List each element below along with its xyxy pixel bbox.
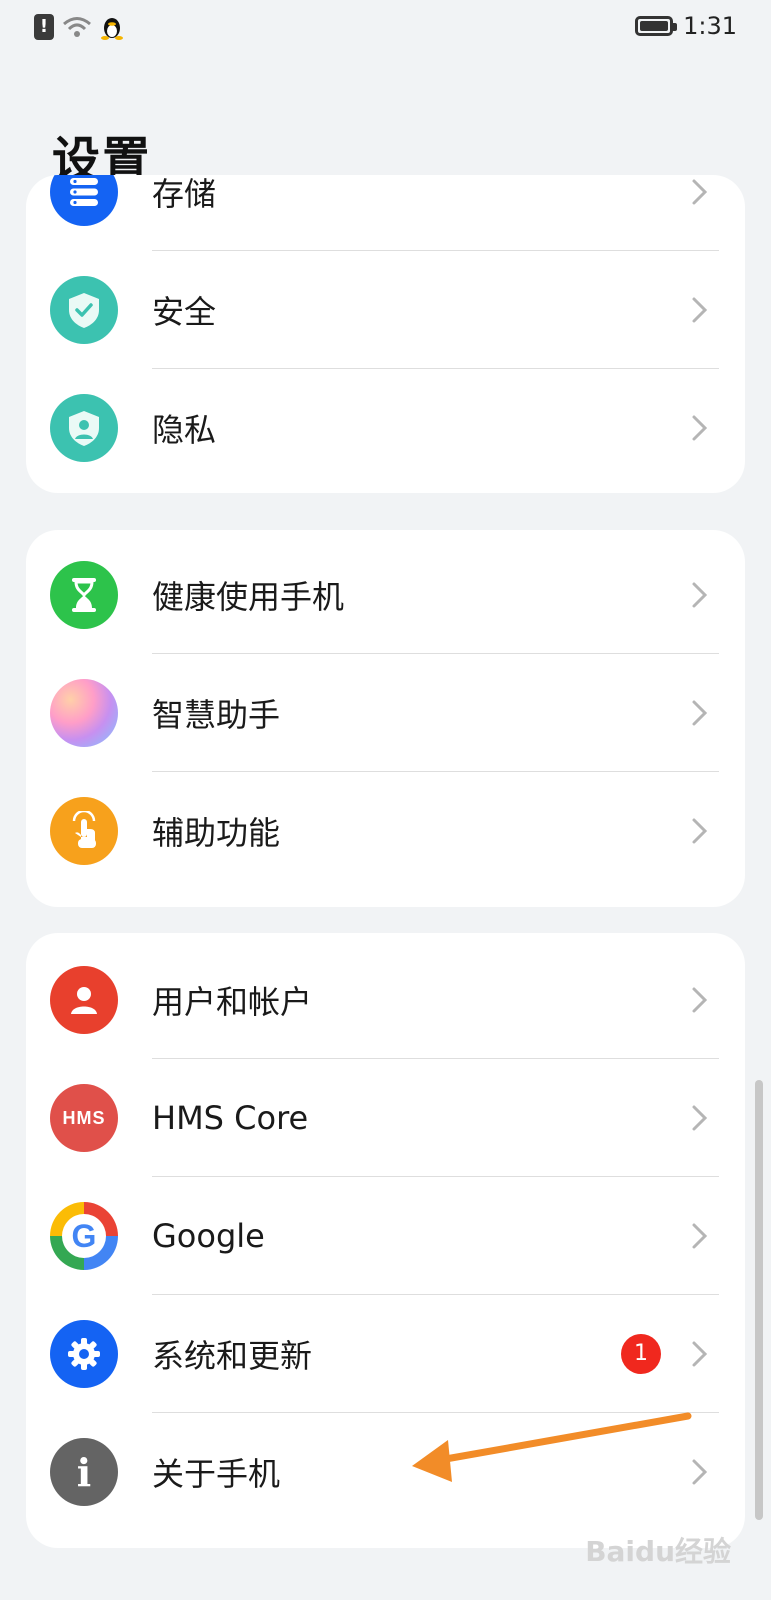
settings-item-storage[interactable]: 存储 (26, 175, 745, 251)
settings-item-system-updates[interactable]: 系统和更新 1 (26, 1295, 745, 1413)
chevron-right-icon (692, 297, 708, 323)
settings-item-smart-assistant[interactable]: 智慧助手 (26, 654, 745, 772)
clock: 1:31 (683, 12, 737, 40)
wifi-icon (63, 17, 91, 37)
chevron-right-icon (692, 700, 708, 726)
user-icon (50, 966, 118, 1034)
settings-item-label: 存储 (152, 175, 217, 213)
settings-item-label: 健康使用手机 (152, 578, 345, 616)
chevron-right-icon (692, 987, 708, 1013)
notification-badge: 1 (621, 1334, 661, 1374)
status-icons-right: 1:31 (635, 12, 737, 40)
chevron-right-icon (692, 582, 708, 608)
settings-item-label: 关于手机 (152, 1455, 281, 1493)
settings-item-label: 安全 (152, 293, 217, 331)
gear-icon (50, 1320, 118, 1388)
info-icon: i (50, 1438, 118, 1506)
hourglass-icon (50, 561, 118, 629)
hand-touch-icon (50, 797, 118, 865)
qq-icon (101, 18, 123, 40)
alert-icon: ! (34, 14, 54, 40)
settings-item-about-phone[interactable]: i 关于手机 (26, 1413, 745, 1531)
settings-item-accessibility[interactable]: 辅助功能 (26, 772, 745, 890)
settings-item-label: 辅助功能 (152, 814, 281, 852)
status-bar: ! 1:31 (0, 0, 771, 60)
assistant-orb-icon (50, 679, 118, 747)
chevron-right-icon (692, 1459, 708, 1485)
chevron-right-icon (692, 179, 708, 205)
privacy-shield-icon (50, 394, 118, 462)
storage-icon (50, 175, 118, 226)
scrollbar[interactable] (755, 1080, 763, 1520)
settings-item-users-accounts[interactable]: 用户和帐户 (26, 941, 745, 1059)
chevron-right-icon (692, 818, 708, 844)
watermark: Baidu经验 (585, 1535, 731, 1568)
settings-item-label: Google (152, 1217, 265, 1255)
settings-group-1: 存储 安全 隐私 (26, 175, 745, 493)
chevron-right-icon (692, 1105, 708, 1131)
settings-item-digital-balance[interactable]: 健康使用手机 (26, 536, 745, 654)
hms-icon: HMS (50, 1084, 118, 1152)
settings-item-privacy[interactable]: 隐私 (26, 369, 745, 487)
google-icon: G (50, 1202, 118, 1270)
chevron-right-icon (692, 1341, 708, 1367)
settings-item-google[interactable]: G Google (26, 1177, 745, 1295)
settings-group-2: 健康使用手机 智慧助手 辅助功能 (26, 530, 745, 907)
status-icons-left: ! (34, 14, 124, 40)
settings-item-label: 用户和帐户 (152, 983, 313, 1021)
chevron-right-icon (692, 415, 708, 441)
settings-item-label: 隐私 (152, 411, 217, 449)
battery-icon (635, 16, 678, 36)
settings-item-security[interactable]: 安全 (26, 251, 745, 369)
settings-item-label: 智慧助手 (152, 696, 281, 734)
settings-item-label: 系统和更新 (152, 1337, 313, 1375)
shield-check-icon (50, 276, 118, 344)
settings-item-label: HMS Core (152, 1099, 309, 1137)
settings-group-3: 用户和帐户 HMS HMS Core G Google 系统和更新 1 i 关于… (26, 933, 745, 1548)
settings-item-hms-core[interactable]: HMS HMS Core (26, 1059, 745, 1177)
chevron-right-icon (692, 1223, 708, 1249)
